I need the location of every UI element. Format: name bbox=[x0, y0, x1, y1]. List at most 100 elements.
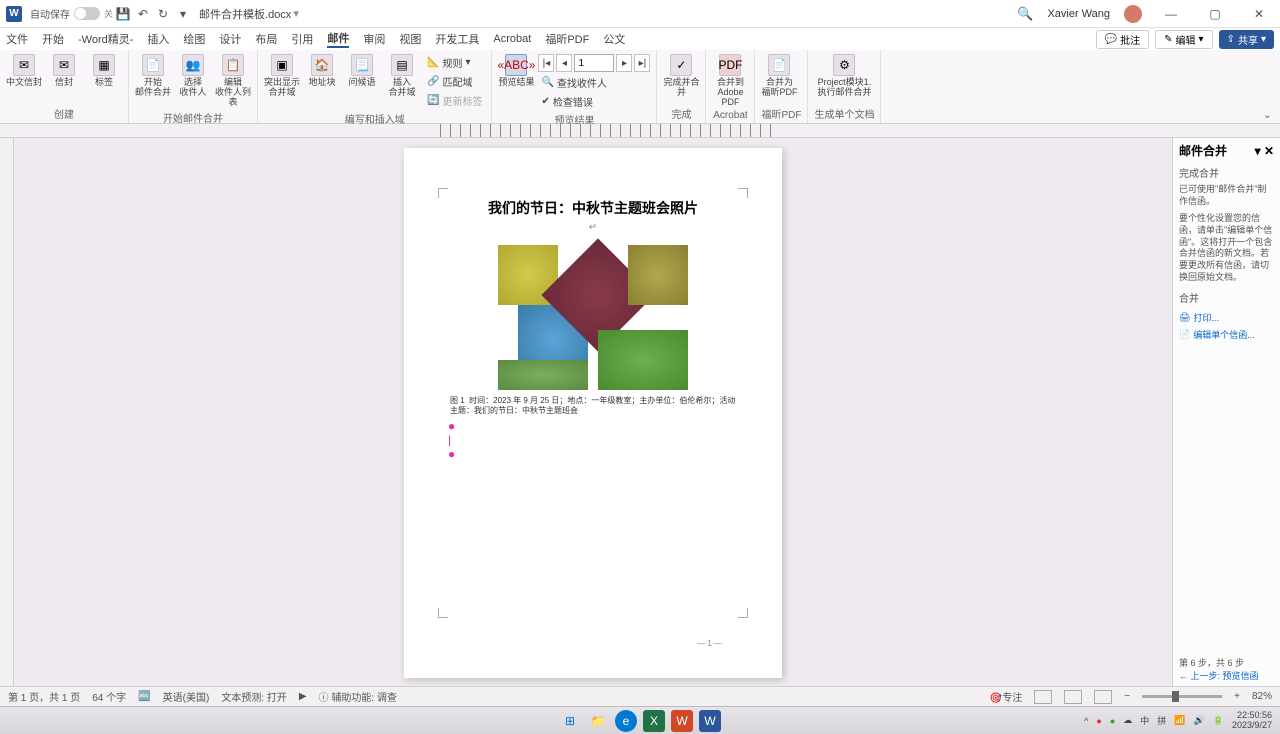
qat-more-icon[interactable]: ▾ bbox=[173, 7, 193, 21]
onedrive-icon[interactable]: ☁ bbox=[1123, 715, 1132, 726]
clock[interactable]: 22:50:562023/9/27 bbox=[1232, 711, 1272, 731]
edge-icon[interactable]: e bbox=[615, 710, 637, 732]
word-count[interactable]: 64 个字 bbox=[92, 689, 126, 704]
previous-step-link[interactable]: ← 上一步: 预览信函 bbox=[1179, 669, 1274, 682]
merge-to-foxit-button[interactable]: 📄合并为 福昕PDF bbox=[761, 54, 797, 98]
check-errors-button[interactable]: ✔检查错误 bbox=[538, 93, 650, 110]
autosave-toggle[interactable] bbox=[74, 7, 100, 20]
select-recipients-button[interactable]: 👥选择 收件人 bbox=[175, 54, 211, 98]
tab-review[interactable]: 审阅 bbox=[363, 31, 385, 47]
tab-acrobat[interactable]: Acrobat bbox=[493, 33, 531, 45]
comments-button[interactable]: 💬批注 bbox=[1096, 30, 1149, 49]
ime-mode[interactable]: 中 bbox=[1140, 714, 1149, 727]
vertical-ruler[interactable] bbox=[0, 138, 14, 686]
volume-icon[interactable]: 🔊 bbox=[1194, 715, 1205, 726]
sidepane-close-icon[interactable]: ✕ bbox=[1264, 144, 1274, 158]
preview-results-button[interactable]: «ABC»预览结果 bbox=[498, 54, 534, 88]
rules-button[interactable]: 📐规则▾ bbox=[424, 54, 485, 71]
doc-dropdown-icon[interactable]: ▾ bbox=[293, 7, 299, 20]
accessibility-indicator[interactable]: ⓘ 辅助功能: 调查 bbox=[319, 689, 397, 704]
tray-app2-icon[interactable]: ● bbox=[1110, 716, 1115, 726]
explorer-icon[interactable]: 📁 bbox=[587, 710, 609, 732]
tab-draw[interactable]: 绘图 bbox=[183, 31, 205, 47]
tab-design[interactable]: 设计 bbox=[219, 31, 241, 47]
highlight-fields-button[interactable]: ▣突出显示 合并域 bbox=[264, 54, 300, 98]
horizontal-ruler[interactable] bbox=[0, 124, 1280, 138]
address-block-button[interactable]: 🏠地址块 bbox=[304, 54, 340, 88]
image-caption[interactable]: 图 1 时间：2023 年 9 月 25 日；地点：一年级教室；主办单位：伯伦希… bbox=[448, 396, 738, 417]
print-link[interactable]: 🖨打印... bbox=[1179, 311, 1274, 324]
print-layout-button[interactable] bbox=[1064, 690, 1082, 704]
tab-developer[interactable]: 开发工具 bbox=[435, 31, 479, 47]
inserted-image[interactable] bbox=[498, 245, 688, 390]
text-predict-indicator[interactable]: 文本预测: 打开 bbox=[221, 689, 287, 704]
tab-official[interactable]: 公文 bbox=[603, 31, 625, 47]
excel-icon[interactable]: X bbox=[643, 710, 665, 732]
tab-file[interactable]: 文件 bbox=[6, 31, 28, 47]
zoom-out-button[interactable]: − bbox=[1124, 691, 1130, 702]
tab-foxit[interactable]: 福昕PDF bbox=[545, 31, 589, 47]
spellcheck-icon[interactable]: 🔤 bbox=[138, 691, 150, 702]
insert-field-button[interactable]: ▤插入 合并域 bbox=[384, 54, 420, 98]
document-canvas[interactable]: 我们的节日：中秋节主题班会照片 ↵ 图 1 时间：2023 年 9 月 25 日… bbox=[14, 138, 1172, 686]
close-button[interactable]: ✕ bbox=[1244, 7, 1274, 21]
insert-field-icon: ▤ bbox=[391, 54, 413, 76]
finish-merge-button[interactable]: ✓完成并合并 bbox=[663, 54, 699, 98]
next-record-button[interactable]: ▸ bbox=[616, 54, 632, 72]
tab-layout[interactable]: 布局 bbox=[255, 31, 277, 47]
greeting-button[interactable]: 📃问候语 bbox=[344, 54, 380, 88]
undo-icon[interactable]: ↶ bbox=[133, 7, 153, 21]
zoom-in-button[interactable]: + bbox=[1234, 691, 1240, 702]
redo-icon[interactable]: ↻ bbox=[153, 7, 173, 21]
start-button[interactable]: ⊞ bbox=[559, 710, 581, 732]
tab-view[interactable]: 视图 bbox=[399, 31, 421, 47]
document-heading[interactable]: 我们的节日：中秋节主题班会照片 bbox=[448, 198, 738, 218]
ime-type[interactable]: 拼 bbox=[1157, 714, 1166, 727]
read-mode-button[interactable] bbox=[1034, 690, 1052, 704]
edit-letters-link[interactable]: 📄编辑单个信函... bbox=[1179, 328, 1274, 341]
merge-to-pdf-button[interactable]: PDF合并到 Adobe PDF bbox=[712, 54, 748, 108]
first-record-button[interactable]: |◂ bbox=[538, 54, 554, 72]
user-avatar[interactable] bbox=[1124, 5, 1142, 23]
record-number-input[interactable] bbox=[574, 54, 614, 72]
group-label-create: 创建 bbox=[6, 104, 122, 123]
last-record-button[interactable]: ▸| bbox=[634, 54, 650, 72]
match-fields-button[interactable]: 🔗匹配域 bbox=[424, 73, 485, 90]
wps-icon[interactable]: W bbox=[671, 710, 693, 732]
tray-app-icon[interactable]: ● bbox=[1096, 716, 1101, 726]
envelope-button[interactable]: ✉信封 bbox=[46, 54, 82, 88]
macro-indicator-icon[interactable]: ▶ bbox=[299, 691, 307, 702]
prev-record-button[interactable]: ◂ bbox=[556, 54, 572, 72]
word-taskbar-icon[interactable]: W bbox=[699, 710, 721, 732]
edit-recipients-button[interactable]: 📋编辑 收件人列表 bbox=[215, 54, 251, 108]
page-indicator[interactable]: 第 1 页，共 1 页 bbox=[8, 689, 80, 704]
zoom-slider[interactable] bbox=[1142, 695, 1222, 698]
zoom-level[interactable]: 82% bbox=[1252, 691, 1272, 702]
find-recipient-button[interactable]: 🔍查找收件人 bbox=[538, 74, 650, 91]
editing-button[interactable]: ✎编辑▾ bbox=[1155, 30, 1212, 49]
tab-home[interactable]: 开始 bbox=[42, 31, 64, 47]
tab-wordghost[interactable]: -Word精灵- bbox=[78, 31, 133, 47]
tab-mailings[interactable]: 邮件 bbox=[327, 30, 349, 48]
start-merge-button[interactable]: 📄开始 邮件合并 bbox=[135, 54, 171, 98]
language-indicator[interactable]: 英语(美国) bbox=[163, 689, 210, 704]
minimize-button[interactable]: — bbox=[1156, 7, 1186, 21]
project-macro-button[interactable]: ⚙Project模块1.执行邮件合并 bbox=[814, 54, 874, 98]
share-button[interactable]: ⇪共享▾ bbox=[1219, 30, 1274, 49]
web-layout-button[interactable] bbox=[1094, 690, 1112, 704]
tab-references[interactable]: 引用 bbox=[291, 31, 313, 47]
maximize-button[interactable]: ▢ bbox=[1200, 7, 1230, 21]
chinese-envelope-button[interactable]: ✉中文信封 bbox=[6, 54, 42, 88]
search-icon[interactable]: 🔍 bbox=[1017, 6, 1033, 22]
battery-icon[interactable]: 🔋 bbox=[1213, 715, 1224, 726]
tab-insert[interactable]: 插入 bbox=[147, 31, 169, 47]
save-icon[interactable]: 💾 bbox=[113, 7, 133, 21]
step-indicator: 第 6 步，共 6 步 bbox=[1179, 656, 1274, 669]
ribbon-collapse-button[interactable]: ⌄ bbox=[1255, 106, 1280, 123]
labels-button[interactable]: ▦标签 bbox=[86, 54, 122, 88]
tray-up-icon[interactable]: ^ bbox=[1084, 716, 1088, 726]
sidepane-options-icon[interactable]: ▾ bbox=[1255, 144, 1261, 158]
user-name[interactable]: Xavier Wang bbox=[1047, 8, 1110, 20]
wifi-icon[interactable]: 📶 bbox=[1174, 715, 1185, 726]
focus-mode[interactable]: 🎯专注 bbox=[990, 689, 1022, 704]
